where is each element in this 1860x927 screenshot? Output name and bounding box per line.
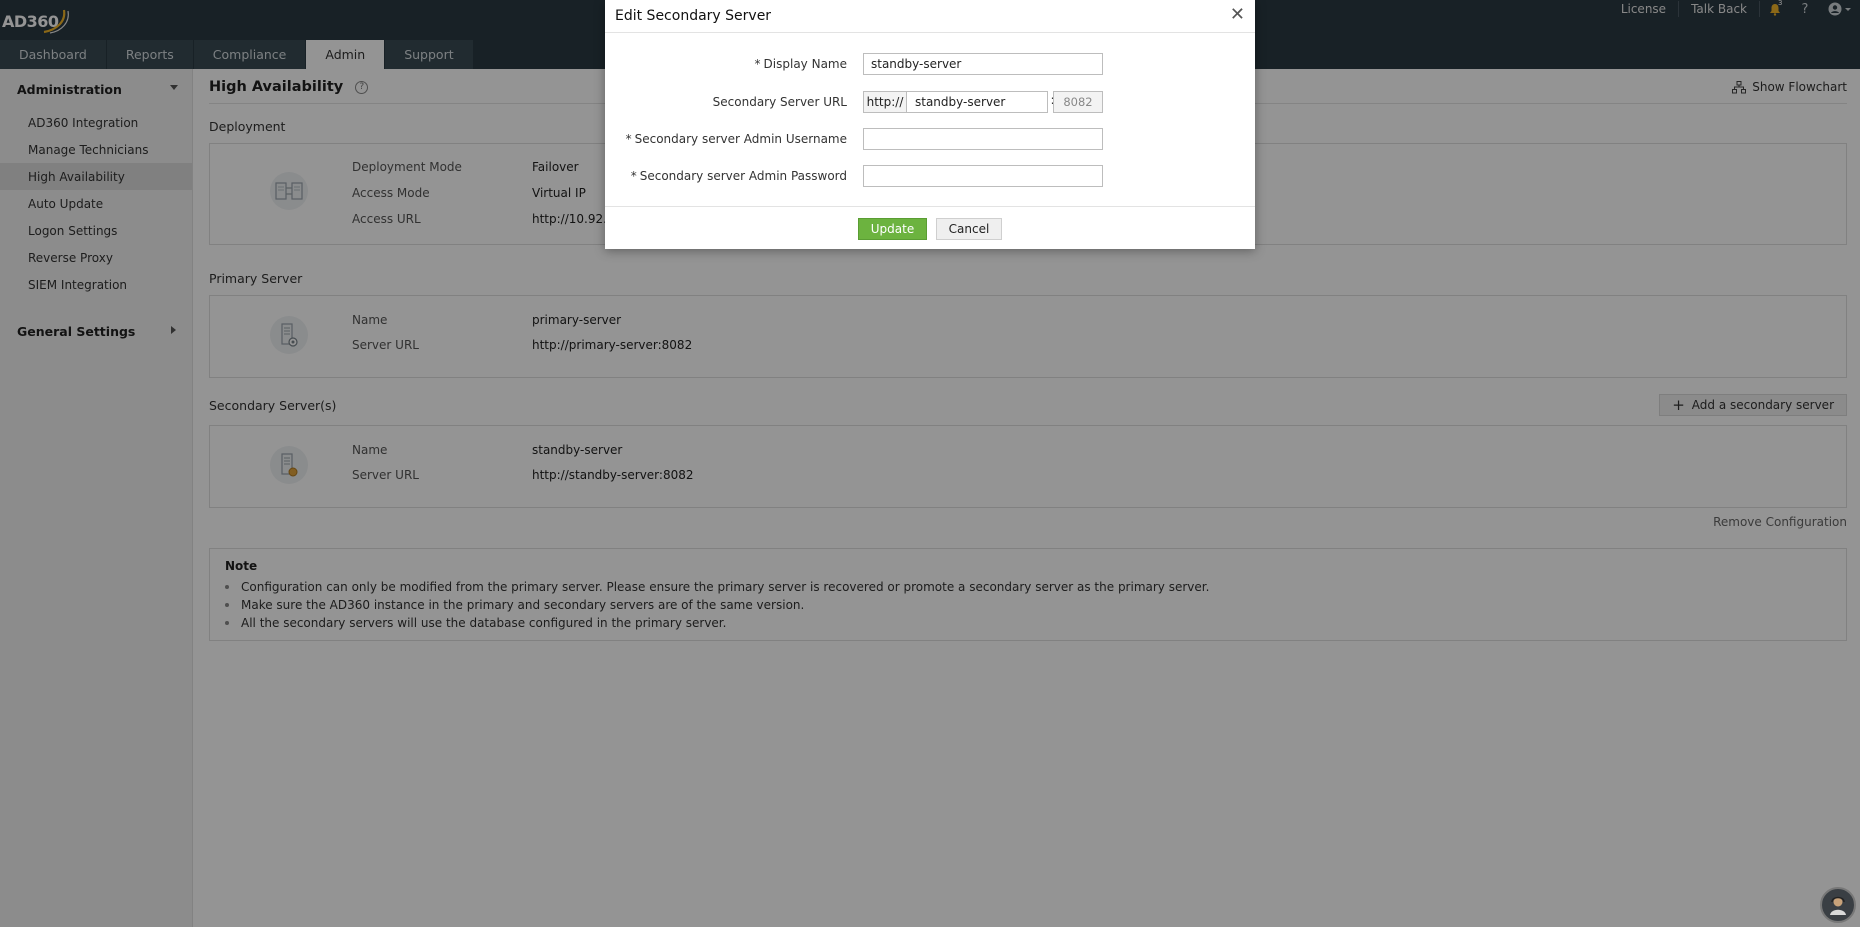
update-button[interactable]: Update — [858, 218, 927, 240]
chat-assistant-icon — [1830, 896, 1846, 915]
url-host-input[interactable]: standby-server — [907, 91, 1048, 113]
url-port-input[interactable]: 8082 — [1053, 91, 1103, 113]
chat-assistant-button[interactable] — [1820, 887, 1856, 923]
dialog-footer-divider — [605, 206, 1255, 207]
cancel-button[interactable]: Cancel — [936, 218, 1002, 240]
url-protocol-prefix: http:// — [863, 91, 907, 113]
admin-password-label: * Secondary server Admin Password — [631, 169, 847, 183]
display-name-input[interactable]: standby-server — [863, 53, 1103, 75]
admin-username-label: * Secondary server Admin Username — [626, 132, 847, 146]
close-icon[interactable]: ✕ — [1230, 6, 1245, 24]
display-name-label: * Display Name — [755, 57, 847, 71]
display-name-label-text: Display Name — [763, 57, 847, 71]
required-marker: * — [625, 132, 632, 146]
dialog-title: Edit Secondary Server — [615, 8, 772, 24]
admin-username-input[interactable] — [863, 128, 1103, 150]
dialog-header-divider — [605, 32, 1255, 33]
required-marker: * — [630, 169, 637, 183]
required-marker: * — [754, 57, 761, 71]
edit-secondary-server-dialog: Edit Secondary Server ✕ * Display Name st… — [605, 0, 1255, 249]
admin-password-input[interactable] — [863, 165, 1103, 187]
admin-username-label-text: Secondary server Admin Username — [634, 132, 847, 146]
secondary-url-form-label: Secondary Server URL — [712, 95, 847, 109]
admin-password-label-text: Secondary server Admin Password — [639, 169, 847, 183]
